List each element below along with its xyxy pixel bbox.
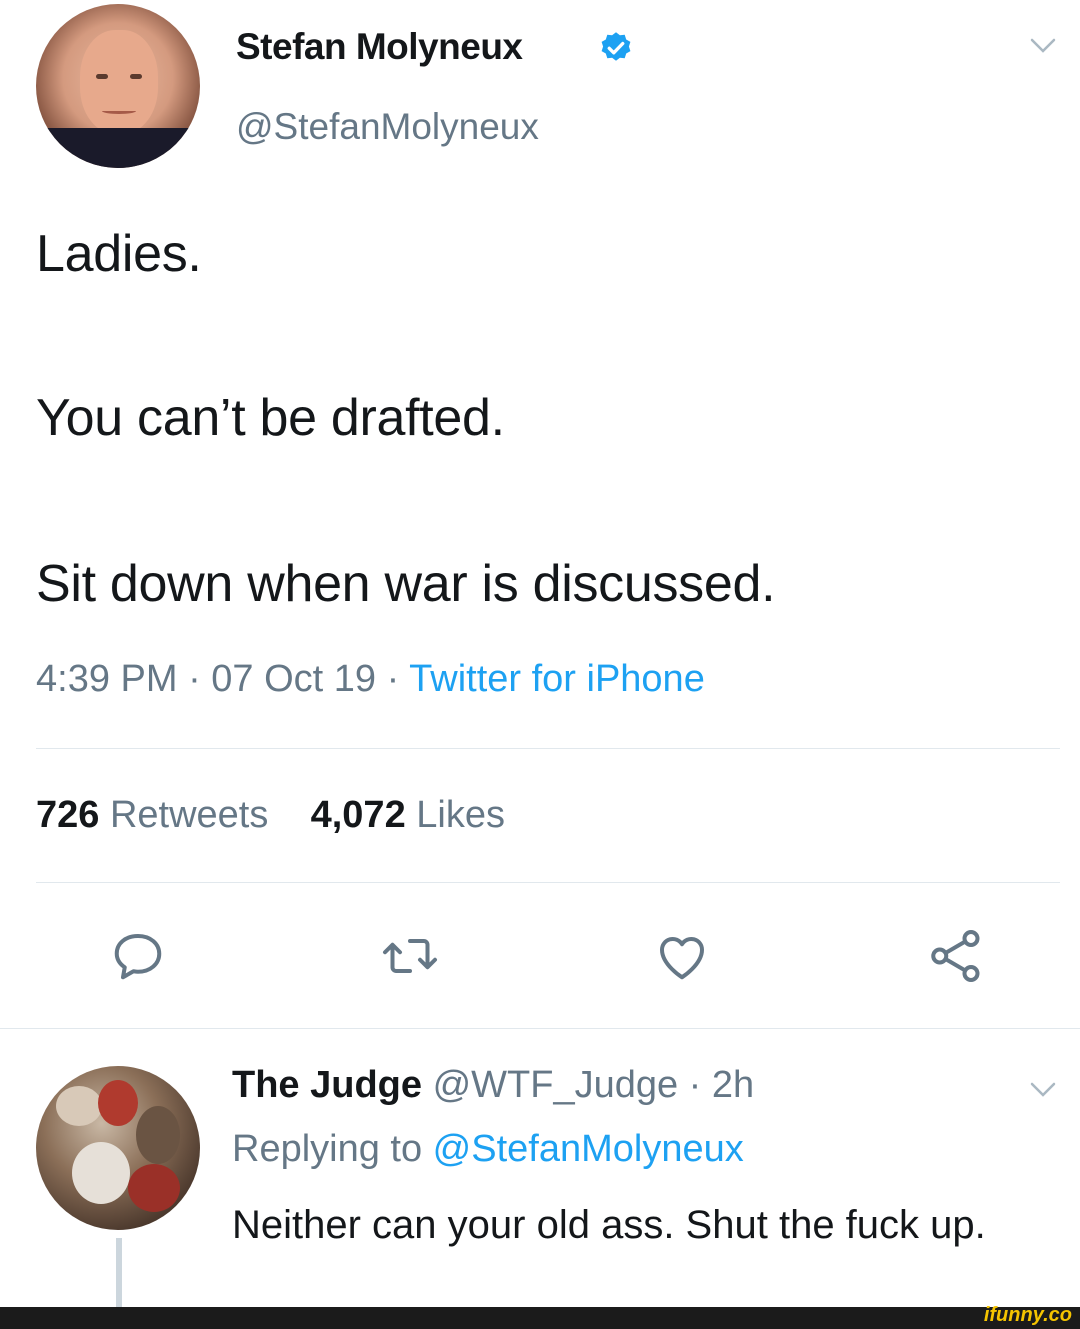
likes-count: 4,072 [310,794,406,836]
retweets-count: 726 [36,794,100,836]
chevron-down-icon[interactable] [1030,38,1056,54]
replying-prefix: Replying to [232,1128,433,1170]
tweet-text-line: Sit down when war is discussed. [36,555,776,613]
verified-badge-icon [601,32,631,61]
avatar-detail [136,1106,180,1164]
avatar-detail [98,1080,138,1126]
avatar-shirt [36,128,200,168]
replying-to: Replying to @StefanMolyneux [232,1128,744,1171]
reply-text: Neither can your old ass. Shut the fuck … [232,1203,986,1247]
avatar-detail [128,1164,180,1212]
footer-bar [0,1307,1080,1329]
divider [36,748,1060,749]
tweet-source-link[interactable]: Twitter for iPhone [409,658,705,700]
share-icon[interactable] [926,926,986,986]
author-name[interactable]: Stefan Molyneux [236,26,523,68]
reply-author-name[interactable]: The Judge [232,1064,422,1106]
avatar-eye [96,74,108,79]
retweet-icon[interactable] [380,926,440,986]
replying-mention[interactable]: @StefanMolyneux [433,1128,744,1170]
reply-icon[interactable] [108,926,168,986]
avatar-face [80,30,158,134]
avatar-eye [130,74,142,79]
avatar-detail [56,1086,102,1126]
reply-author-meta[interactable]: @WTF_Judge · 2h [422,1064,755,1106]
avatar-mouth [102,108,136,114]
tweet-text-line: Ladies. [36,225,202,283]
tweet-meta: 4:39 PM · 07 Oct 19 · Twitter for iPhone [36,658,705,701]
retweets-label: Retweets [99,794,269,836]
reply-author-avatar[interactable] [36,1066,200,1230]
author-handle[interactable]: @StefanMolyneux [236,106,539,148]
retweets-stat[interactable]: 726 Retweets [36,794,268,836]
reply-header: The Judge @WTF_Judge · 2h [232,1064,754,1107]
tweet-timestamp[interactable]: 4:39 PM · 07 Oct 19 · [36,658,409,700]
tweet-text-line: You can’t be drafted. [36,389,505,447]
like-icon[interactable] [652,926,712,986]
divider [36,882,1060,883]
tweet-stats: 726 Retweets 4,072 Likes [36,794,505,837]
likes-stat[interactable]: 4,072 Likes [311,794,505,836]
thread-line [116,1238,122,1310]
author-avatar[interactable] [36,4,200,168]
avatar-detail [72,1142,130,1204]
divider [0,1028,1080,1029]
chevron-down-icon[interactable] [1030,1082,1056,1098]
likes-label: Likes [405,794,505,836]
watermark: ifunny.co [983,1304,1072,1326]
